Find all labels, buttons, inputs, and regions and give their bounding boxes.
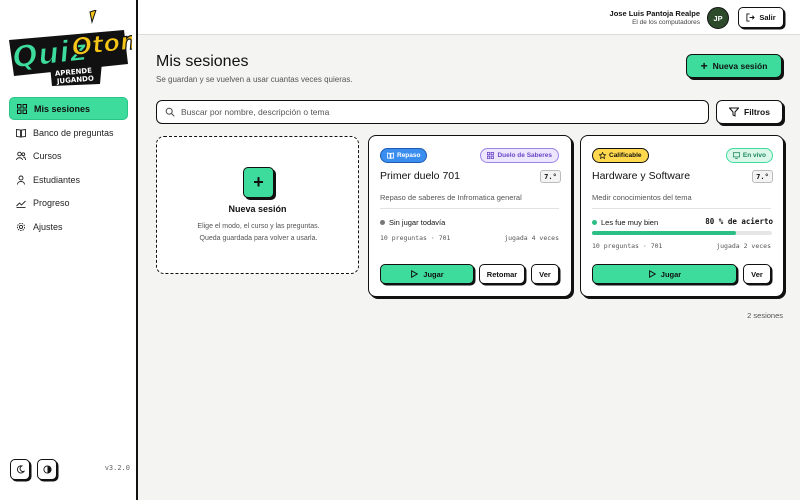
user-name: Jose Luis Pantoja Realpe — [609, 9, 700, 18]
trend-icon — [16, 200, 26, 208]
search-input[interactable]: Buscar por nombre, descripción o tema — [156, 100, 709, 124]
grade-badge: 7.° — [540, 170, 561, 183]
sidebar-item-cursos[interactable]: Cursos — [9, 145, 128, 167]
page-subtitle: Se guardan y se vuelven a usar cuantas v… — [156, 75, 353, 84]
sidebar: Quiz Oton APRENDE JUGANDO Mis sesiones B… — [0, 0, 138, 500]
filter-icon — [729, 107, 739, 117]
contrast-button[interactable] — [37, 459, 57, 480]
play-label: Jugar — [423, 269, 444, 279]
dark-mode-button[interactable] — [10, 459, 30, 480]
sidebar-item-label: Progreso — [33, 198, 70, 208]
sidebar-item-banco-de-preguntas[interactable]: Banco de preguntas — [9, 122, 128, 144]
filters-label: Filtros — [744, 107, 770, 117]
status-dot — [380, 220, 385, 225]
filters-button[interactable]: Filtros — [716, 100, 783, 124]
app-version: v3.2.0 — [104, 464, 130, 472]
sidebar-item-label: Ajustes — [33, 221, 63, 232]
play-button[interactable]: Jugar — [380, 264, 474, 284]
quizoton-logo[interactable]: Quiz Oton APRENDE JUGANDO — [6, 10, 132, 90]
user-role: El de los computadores — [632, 19, 700, 26]
status-dot — [592, 220, 597, 225]
topbar: Jose Luis Pantoja Realpe El de los compu… — [138, 0, 800, 35]
session-title: Primer duelo 701 — [380, 170, 460, 182]
view-button[interactable]: Ver — [743, 264, 771, 284]
sidebar-item-mis-sesiones[interactable]: Mis sesiones — [9, 97, 128, 120]
play-icon — [411, 270, 419, 278]
grid-icon — [487, 152, 495, 159]
avatar[interactable]: JP — [707, 7, 729, 29]
status-label: Les fue muy bien — [601, 218, 659, 227]
resume-button[interactable]: Retomar — [479, 264, 525, 284]
gear-icon — [16, 222, 26, 231]
book-icon — [387, 152, 394, 159]
mode-tag-label: Calificable — [609, 152, 642, 159]
live-tag-label: En vivo — [742, 152, 766, 159]
session-meta-questions: 10 preguntas · 701 — [592, 242, 663, 250]
session-card: Calificable En vivo Hardware y Software … — [580, 135, 784, 297]
sidebar-item-estudiantes[interactable]: Estudiantes — [9, 169, 128, 191]
session-meta-plays: jugada 4 veces — [504, 234, 559, 242]
new-session-label: Nueva sesión — [712, 61, 768, 71]
plus-icon: + — [700, 59, 708, 73]
new-session-card-title: Nueva sesión — [228, 204, 287, 214]
accuracy-progress-bar — [592, 231, 772, 235]
divider — [592, 208, 771, 209]
session-meta-plays: jugada 2 veces — [716, 242, 771, 250]
session-card: Repaso Duelo de Saberes Primer duelo 701… — [368, 135, 572, 297]
live-tag: En vivo — [725, 148, 773, 163]
view-button[interactable]: Ver — [531, 264, 559, 284]
monitor-icon — [732, 152, 740, 159]
accuracy-percent: 80 % de acierto — [705, 217, 773, 226]
session-meta-questions: 10 preguntas · 701 — [380, 234, 451, 242]
session-description: Medir conocimientos del tema — [592, 193, 692, 202]
sidebar-nav: Mis sesiones Banco de preguntas Cursos E… — [9, 97, 128, 239]
contrast-icon — [42, 465, 52, 474]
session-description: Repaso de saberes de Infromatica general — [380, 193, 522, 202]
mode-tag: Repaso — [380, 148, 428, 163]
sidebar-item-progreso[interactable]: Progreso — [9, 192, 128, 214]
grid-icon — [17, 103, 27, 114]
page-title: Mis sesiones — [156, 53, 249, 70]
new-session-button[interactable]: + Nueva sesión — [686, 54, 782, 78]
new-session-card-desc: Elige el modo, el curso y las preguntas.… — [177, 221, 340, 244]
sidebar-item-label: Estudiantes — [33, 174, 81, 185]
new-session-desc-line: Elige el modo, el curso y las preguntas. — [197, 223, 320, 230]
divider — [380, 208, 559, 209]
user-icon — [17, 175, 25, 185]
play-button[interactable]: Jugar — [592, 264, 737, 284]
mode-tag-label: Repaso — [397, 152, 421, 159]
play-label: Jugar — [660, 269, 682, 279]
session-title: Hardware y Software — [592, 170, 691, 182]
sidebar-item-label: Banco de preguntas — [33, 127, 114, 138]
plus-icon: + — [243, 167, 274, 198]
session-count: 2 sesiones — [747, 311, 783, 320]
new-session-desc-line: Queda guardada para volver a usarla. — [199, 234, 318, 242]
search-icon — [165, 107, 175, 117]
book-icon — [16, 128, 26, 138]
status-label: Sin jugar todavía — [389, 218, 446, 227]
progress-fill — [592, 231, 736, 235]
mode-tag: Calificable — [592, 148, 649, 163]
sidebar-footer: v3.2.0 — [10, 459, 130, 481]
new-session-card[interactable]: + Nueva sesión Elige el modo, el curso y… — [156, 136, 359, 274]
sidebar-item-label: Mis sesiones — [34, 103, 91, 114]
session-status: Les fue muy bien — [592, 218, 658, 227]
view-label: Ver — [751, 269, 763, 279]
resume-label: Retomar — [486, 269, 518, 279]
logout-icon — [746, 13, 756, 22]
session-status: Sin jugar todavía — [380, 218, 445, 227]
logout-button[interactable]: Salir — [738, 7, 784, 28]
grade-badge: 7.° — [752, 170, 773, 183]
game-type-label: Duelo de Saberes — [497, 152, 552, 159]
logout-label: Salir — [759, 13, 776, 22]
search-placeholder: Buscar por nombre, descripción o tema — [181, 107, 330, 117]
sidebar-item-label: Cursos — [33, 151, 62, 161]
sidebar-item-ajustes[interactable]: Ajustes — [9, 216, 128, 238]
view-label: Ver — [539, 269, 551, 279]
play-icon — [648, 270, 656, 278]
moon-icon — [16, 465, 25, 474]
users-icon — [16, 151, 26, 161]
game-type-tag: Duelo de Saberes — [480, 148, 559, 163]
star-icon — [599, 152, 606, 159]
